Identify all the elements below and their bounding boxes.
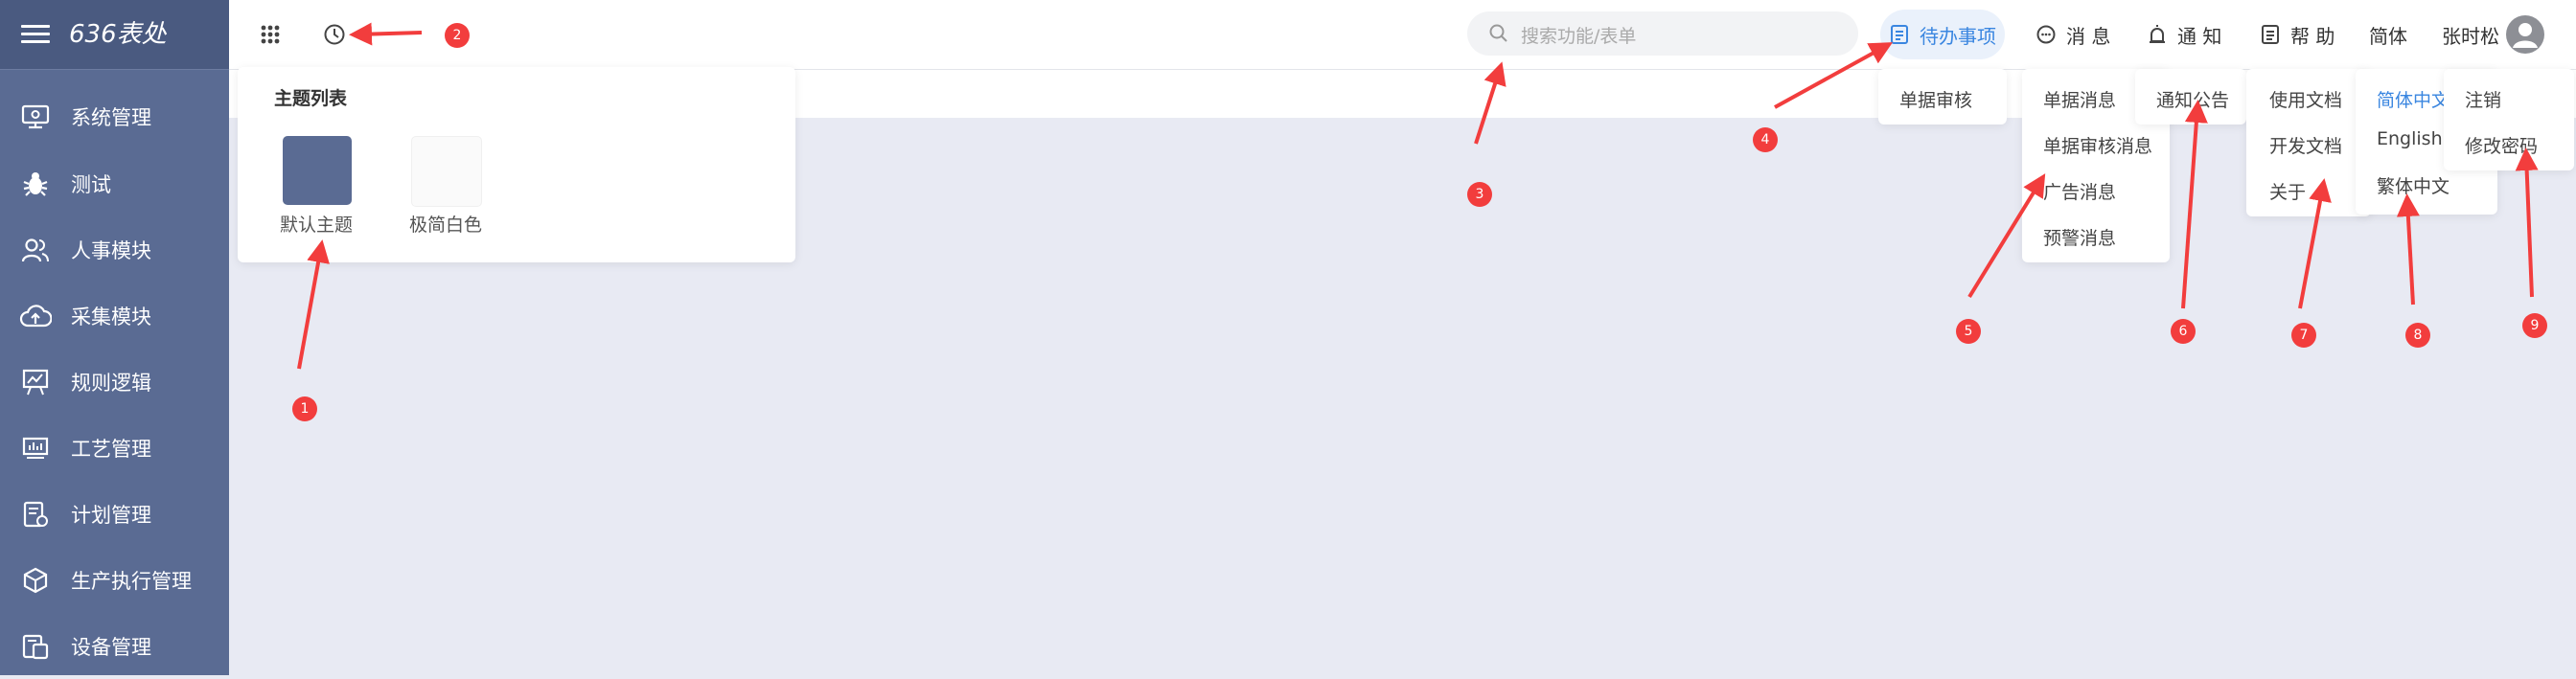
theme-panel-title: 主题列表 — [274, 88, 348, 109]
theme-swatch — [411, 136, 482, 207]
theme-option-label: 默认主题 — [279, 215, 353, 236]
search-placeholder: 搜索功能/表单 — [1521, 26, 1637, 47]
dropdown-item[interactable]: 单据消息 — [2043, 86, 2116, 112]
dropdown-item[interactable]: 单据审核 — [1899, 86, 1972, 112]
apps-grid-icon[interactable] — [257, 21, 284, 48]
annotation-marker: 8 — [2405, 323, 2430, 348]
dropdown-item[interactable]: 关于 — [2269, 178, 2306, 204]
sidebar-item-label: 人事模块 — [71, 238, 151, 262]
sidebar-item-rules[interactable]: 规则逻辑 — [0, 349, 229, 415]
help-button[interactable]: 帮 助 — [2260, 17, 2334, 52]
theme-swatch — [283, 136, 352, 205]
annotation-marker: 5 — [1956, 319, 1981, 344]
sidebar-item-label: 工艺管理 — [71, 437, 151, 461]
alarm-icon — [2150, 25, 2165, 43]
clock-icon[interactable] — [321, 21, 348, 48]
dropdown-item[interactable]: 广告消息 — [2043, 178, 2116, 204]
avatar[interactable] — [2506, 15, 2544, 54]
sidebar-item-label: 系统管理 — [71, 105, 151, 129]
annotation-arrow — [2396, 193, 2420, 306]
theme-option-label: 极简白色 — [408, 215, 482, 236]
sidebar-item-label: 计划管理 — [71, 503, 151, 527]
presentation-icon — [19, 366, 52, 398]
todo-label: 待办事项 — [1920, 24, 1996, 48]
todo-dropdown: 单据审核 — [1878, 69, 2007, 124]
chart-board-icon — [19, 432, 52, 464]
sidebar-item-plan[interactable]: 计划管理 — [0, 481, 229, 547]
app-title: 636表处 — [69, 20, 167, 49]
sidebar-item-system[interactable]: 系统管理 — [0, 83, 229, 149]
message-label: 消 息 — [2066, 24, 2111, 48]
sidebar-item-device[interactable]: 设备管理 — [0, 613, 229, 679]
dropdown-item[interactable]: 使用文档 — [2269, 86, 2342, 112]
top-header — [229, 0, 2576, 70]
sidebar-item-label: 测试 — [71, 172, 111, 196]
list-doc-icon — [1891, 25, 1908, 44]
dropdown-item[interactable]: 开发文档 — [2269, 132, 2342, 158]
annotation-arrow — [297, 239, 330, 370]
user-avatar-icon — [2513, 23, 2538, 48]
sidebar-item-process[interactable]: 工艺管理 — [0, 415, 229, 481]
dropdown-item[interactable]: 修改密码 — [2465, 132, 2538, 158]
user-menu[interactable]: 张时松 — [2442, 17, 2499, 52]
dropdown-item[interactable]: 注销 — [2465, 86, 2501, 112]
sidebar: 636表处 系统管理 测试 人事模块 采集模块 规则逻辑 工艺管理 计划管理 生… — [0, 0, 229, 675]
annotation-marker: 4 — [1753, 127, 1778, 152]
annotation-marker: 2 — [445, 23, 470, 48]
users-icon — [19, 234, 52, 266]
theme-panel: 主题列表 默认主题 极简白色 — [238, 67, 795, 262]
help-label: 帮 助 — [2290, 24, 2335, 48]
notice-dropdown: 通知公告 — [2135, 69, 2246, 124]
sidebar-item-label: 设备管理 — [71, 635, 151, 659]
chat-bubble-icon — [2036, 25, 2056, 44]
search-icon — [1488, 23, 1509, 48]
annotation-marker: 7 — [2291, 323, 2316, 348]
help-dropdown: 使用文档 开发文档 关于 — [2246, 69, 2371, 216]
dropdown-item[interactable]: 通知公告 — [2156, 86, 2229, 112]
sidebar-header: 636表处 — [0, 0, 229, 70]
dropdown-item[interactable]: 繁体中文 — [2377, 172, 2450, 198]
todo-button[interactable]: 待办事项 — [1880, 10, 2005, 59]
language-label: 简体 — [2369, 24, 2407, 48]
annotation-marker: 9 — [2522, 313, 2547, 338]
monitor-settings-icon — [19, 101, 52, 133]
sidebar-item-test[interactable]: 测试 — [0, 150, 229, 216]
sidebar-item-collect[interactable]: 采集模块 — [0, 283, 229, 349]
sidebar-item-production[interactable]: 生产执行管理 — [0, 547, 229, 613]
search-input[interactable]: 搜索功能/表单 — [1467, 11, 1858, 56]
annotation-arrow — [2181, 100, 2208, 309]
annotation-marker: 1 — [292, 396, 317, 421]
notice-label: 通 知 — [2177, 24, 2222, 48]
annotation-arrow — [2515, 147, 2539, 298]
annotation-marker: 3 — [1467, 182, 1492, 207]
annotation-marker: 6 — [2171, 319, 2196, 344]
language-button[interactable]: 简体 — [2369, 17, 2407, 52]
user-dropdown: 注销 修改密码 — [2444, 69, 2574, 170]
sidebar-item-label: 规则逻辑 — [71, 371, 151, 395]
device-icon — [19, 630, 52, 663]
dropdown-item[interactable]: 单据审核消息 — [2043, 132, 2152, 158]
dropdown-item[interactable]: 预警消息 — [2043, 224, 2116, 250]
message-button[interactable]: 消 息 — [2036, 17, 2110, 52]
document-icon — [2262, 25, 2279, 44]
sidebar-item-label: 生产执行管理 — [71, 569, 192, 593]
dropdown-item[interactable]: English — [2377, 128, 2443, 149]
sidebar-item-hr[interactable]: 人事模块 — [0, 216, 229, 283]
menu-toggle-icon[interactable] — [21, 25, 50, 44]
bug-icon — [19, 168, 52, 200]
cloud-upload-icon — [19, 300, 52, 332]
dropdown-item-selected[interactable]: 简体中文 — [2377, 86, 2450, 112]
user-name: 张时松 — [2442, 24, 2499, 48]
sidebar-item-label: 采集模块 — [71, 305, 151, 328]
cube-icon — [19, 564, 52, 597]
doc-settings-icon — [19, 498, 52, 531]
notice-button[interactable]: 通 知 — [2147, 17, 2221, 52]
